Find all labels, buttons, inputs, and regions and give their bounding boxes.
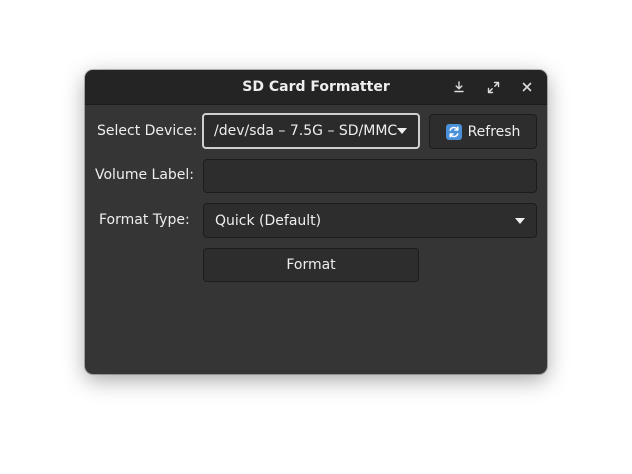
refresh-button-label: Refresh — [467, 123, 521, 140]
format-type-label: Format Type: — [99, 212, 190, 228]
chevron-down-icon — [397, 128, 407, 134]
sd-card-formatter-window: SD Card Formatter Select Device: /dev/sd… — [85, 70, 547, 374]
format-type-value: Quick (Default) — [215, 213, 322, 229]
format-button-label: Format — [286, 257, 336, 273]
chevron-down-icon — [515, 218, 525, 224]
select-device-label: Select Device: — [97, 123, 198, 139]
window-title: SD Card Formatter — [242, 79, 390, 95]
refresh-icon — [445, 123, 462, 140]
device-select[interactable]: /dev/sda – 7.5G – SD/MMC — [202, 113, 420, 149]
close-icon[interactable] — [517, 77, 537, 97]
device-select-value: /dev/sda – 7.5G – SD/MMC — [214, 123, 398, 139]
format-button[interactable]: Format — [203, 248, 419, 282]
refresh-button[interactable]: Refresh — [429, 114, 537, 149]
volume-label-label: Volume Label: — [95, 167, 195, 183]
maximize-icon[interactable] — [483, 77, 503, 97]
titlebar[interactable]: SD Card Formatter — [85, 70, 547, 105]
volume-label-input[interactable] — [203, 159, 537, 193]
format-type-select[interactable]: Quick (Default) — [203, 203, 537, 238]
download-icon[interactable] — [449, 77, 469, 97]
